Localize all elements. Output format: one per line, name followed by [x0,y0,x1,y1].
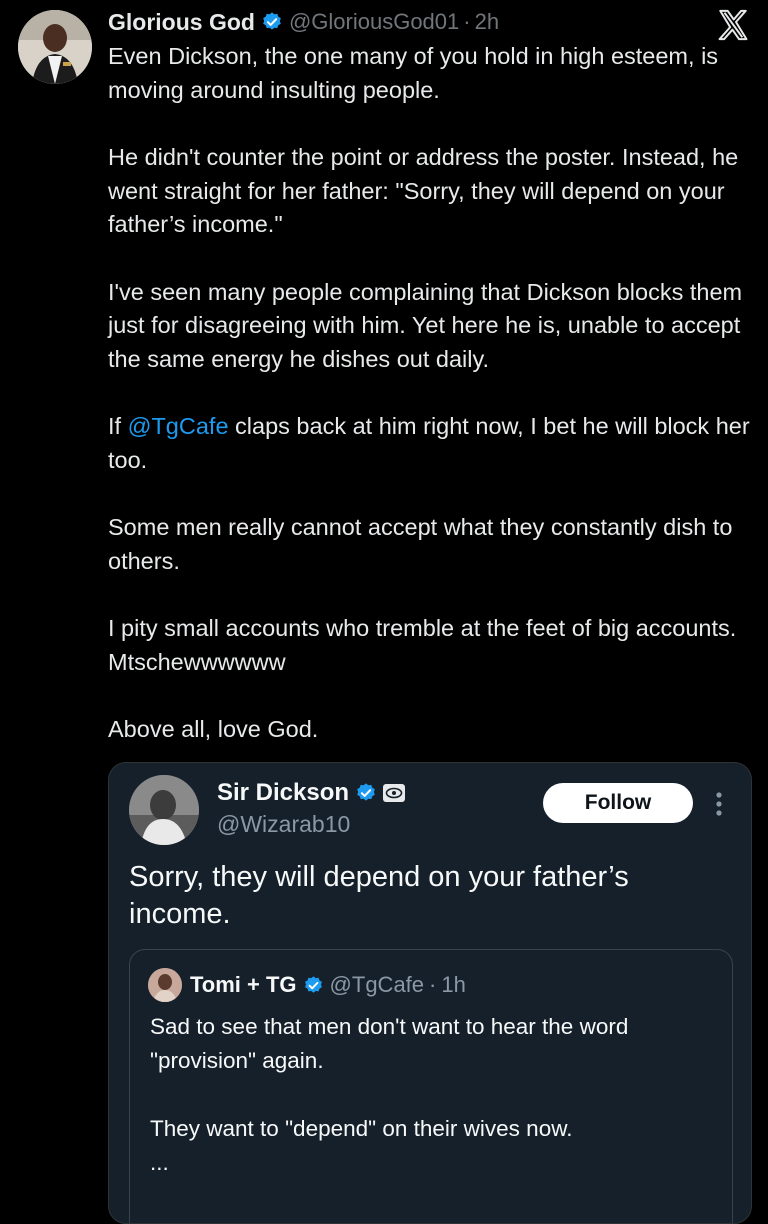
separator-dot: · [463,9,471,34]
nested-paragraph: They want to "depend" on their wives now… [150,1116,573,1141]
nested-avatar-image [148,968,182,1002]
verified-badge-icon [263,12,281,30]
tweet-paragraph: Even Dickson, the one many of you hold i… [108,43,719,103]
more-options-icon[interactable] [709,789,729,819]
tweet-text: Even Dickson, the one many of you hold i… [108,40,758,781]
x-logo-icon [718,9,748,41]
eye-badge-icon [383,784,406,802]
nested-author-name[interactable]: Tomi + TG [190,972,297,998]
tweet-paragraph: If @TgCafe claps back at him right now, … [108,410,758,477]
quoted-author-avatar[interactable] [129,775,199,845]
tweet-paragraph: I pity small accounts who tremble at the… [108,615,737,675]
tweet-paragraph: He didn't counter the point or address t… [108,144,739,237]
quoted-author-name[interactable]: Sir Dickson [217,779,349,807]
verified-badge-icon [304,975,322,993]
author-handle[interactable]: @GloriousGod01 [289,9,459,35]
author-avatar[interactable] [18,10,92,84]
nested-paragraph: Sad to see that men don't want to hear t… [150,1014,629,1073]
tweet-paragraph: Above all, love God. [108,716,319,742]
tweet-paragraph: I've seen many people complaining that D… [108,278,743,372]
quoted-avatar-image [129,775,199,845]
nested-quoted-tweet-card[interactable]: Tomi + TG @TgCafe · 1h Sad to see that m… [129,949,733,1223]
quoted-tweet-card[interactable]: Sir Dickson @Wizarab10 Follow Sorry, the… [108,762,752,1224]
verified-badge-icon [357,783,375,801]
nested-paragraph: ... [150,1150,169,1175]
nested-tweet-text: Sad to see that men don't want to hear t… [150,1010,720,1214]
author-name[interactable]: Glorious God [108,9,255,36]
quoted-tweet-text: Sorry, they will depend on your father’s… [129,861,629,930]
nested-timestamp[interactable]: 1h [441,972,465,998]
follow-button[interactable]: Follow [543,783,693,823]
mention-link[interactable]: @TgCafe [128,413,229,439]
separator-dot: · [429,972,437,997]
nested-tweet-header: Tomi + TG @TgCafe · 1h [190,969,466,1001]
tweet-header: Glorious God @GloriousGod01 · 2h [108,6,499,38]
author-avatar-image [18,10,92,84]
tweet-paragraph: Some men really cannot accept what they … [108,514,733,574]
nested-author-handle[interactable]: @TgCafe [330,972,424,998]
timestamp[interactable]: 2h [475,9,499,35]
quoted-author-handle[interactable]: @Wizarab10 [217,811,350,838]
nested-author-avatar[interactable] [148,968,182,1002]
text-segment: If [108,413,128,439]
quoted-tweet-header: Sir Dickson [217,777,406,809]
